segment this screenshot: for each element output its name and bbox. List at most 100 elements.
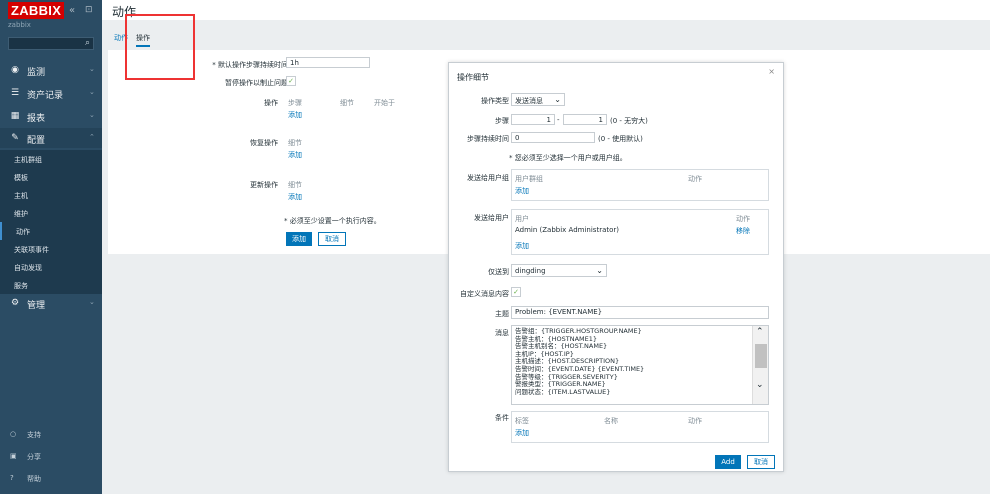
chevron-down-icon: ⌄ bbox=[554, 95, 561, 104]
submenu-label: 动作 bbox=[16, 228, 30, 236]
update-add-link[interactable]: 添加 bbox=[288, 192, 302, 202]
footer-label: 支持 bbox=[27, 431, 41, 439]
search-input[interactable]: ⌕ bbox=[8, 37, 94, 50]
op-type-select[interactable]: 发送消息 ⌄ bbox=[511, 93, 565, 106]
footer-label: 分享 bbox=[27, 453, 41, 461]
server-name: zabbix bbox=[8, 21, 31, 29]
ops-label: 操作 bbox=[264, 99, 278, 107]
scroll-down-icon[interactable]: ⌄ bbox=[756, 381, 764, 390]
chevron-down-icon: ⌄ bbox=[89, 88, 95, 96]
submenu-maintenance[interactable]: 维护 bbox=[0, 204, 102, 222]
op-type-label: 操作类型 bbox=[481, 97, 509, 105]
tab-operations[interactable]: 操作 bbox=[136, 33, 150, 47]
step-duration-hint: (0 - 使用默认) bbox=[598, 135, 643, 143]
menu-label: 管理 bbox=[27, 301, 46, 311]
custom-msg-checkbox[interactable]: ✓ bbox=[511, 287, 521, 297]
footer-support[interactable]: ○ 支持 bbox=[0, 426, 102, 446]
footer-label: 帮助 bbox=[27, 475, 41, 483]
ops-col-details: 细节 bbox=[340, 99, 354, 107]
update-col-details: 细节 bbox=[288, 181, 302, 189]
conditions-table: 标签 名称 动作 添加 bbox=[511, 411, 769, 443]
chevron-up-icon: ⌃ bbox=[89, 133, 95, 141]
eye-icon: ◉ bbox=[11, 65, 19, 75]
search-icon[interactable]: ⌕ bbox=[85, 38, 90, 48]
menu-monitoring[interactable]: ◉ 监测 ⌄ bbox=[0, 60, 102, 80]
step-dash: - bbox=[557, 116, 560, 124]
submenu-label: 维护 bbox=[14, 210, 28, 218]
sidebar: ZABBIX « ⊡ zabbix ⌕ ◉ 监测 ⌄ ☰ 资产记录 ⌄ ▦ 报表… bbox=[0, 0, 102, 494]
submenu-label: 主机群组 bbox=[14, 156, 42, 164]
textarea-scrollbar[interactable]: ⌃ ⌄ bbox=[752, 326, 768, 404]
top-bar: 动作 bbox=[102, 0, 990, 20]
remove-user-link[interactable]: 移除 bbox=[736, 226, 750, 236]
zabbix-logo[interactable]: ZABBIX bbox=[8, 2, 65, 19]
message-textarea[interactable]: 告警组：{TRIGGER.HOSTGROUP.NAME} 告警主机：{HOSTN… bbox=[511, 325, 769, 405]
step-to-input[interactable]: 1 bbox=[563, 114, 607, 125]
menu-inventory[interactable]: ☰ 资产记录 ⌄ bbox=[0, 83, 102, 103]
media-type-value: dingding bbox=[515, 267, 546, 275]
user-name: Admin (Zabbix Administrator) bbox=[515, 226, 619, 234]
scroll-thumb[interactable] bbox=[755, 344, 767, 368]
update-label: 更新操作 bbox=[250, 181, 278, 189]
submenu-discovery[interactable]: 自动发现 bbox=[0, 258, 102, 276]
cond-col-label: 标签 bbox=[515, 417, 529, 425]
default-step-label: * 默认操作步骤持续时间 bbox=[212, 61, 288, 69]
submenu-hosts[interactable]: 主机 bbox=[0, 186, 102, 204]
footer-help[interactable]: ? 帮助 bbox=[0, 470, 102, 490]
menu-configuration[interactable]: ✎ 配置 ⌃ bbox=[0, 128, 102, 148]
send-user-label: 发送给用户 bbox=[474, 214, 509, 222]
submenu-event-correlation[interactable]: 关联项事件 bbox=[0, 240, 102, 258]
step-duration-input[interactable]: 0 bbox=[511, 132, 595, 143]
step-from-input[interactable]: 1 bbox=[511, 114, 555, 125]
tab-action[interactable]: 动作 bbox=[114, 33, 128, 43]
share-icon: ▣ bbox=[10, 452, 17, 460]
submenu-label: 模板 bbox=[14, 174, 28, 182]
media-type-select[interactable]: dingding ⌄ bbox=[511, 264, 607, 277]
default-step-input[interactable]: 1h bbox=[286, 57, 370, 68]
submenu-templates[interactable]: 模板 bbox=[0, 168, 102, 186]
steps-label: 步骤 bbox=[495, 117, 509, 125]
pause-checkbox[interactable]: ✓ bbox=[286, 76, 296, 86]
subject-input[interactable]: Problem: {EVENT.NAME} bbox=[511, 306, 769, 319]
chevron-down-icon: ⌄ bbox=[89, 111, 95, 119]
close-icon[interactable]: × bbox=[768, 67, 775, 76]
submenu-actions[interactable]: 动作 bbox=[0, 222, 102, 240]
footer-share[interactable]: ▣ 分享 bbox=[0, 448, 102, 468]
list-icon: ☰ bbox=[10, 88, 20, 98]
cond-add-link[interactable]: 添加 bbox=[515, 428, 529, 438]
user-col-header: 用户 bbox=[515, 215, 529, 223]
dialog-add-button[interactable]: Add bbox=[715, 455, 741, 469]
ops-add-link[interactable]: 添加 bbox=[288, 110, 302, 120]
user-table: 用户 动作 Admin (Zabbix Administrator) 移除 添加 bbox=[511, 209, 769, 255]
menu-label: 资产记录 bbox=[27, 91, 64, 101]
only-send-label: 仅送到 bbox=[488, 268, 509, 276]
scroll-up-icon[interactable]: ⌃ bbox=[756, 328, 764, 337]
send-group-label: 发送给用户组 bbox=[467, 174, 509, 182]
kiosk-icon[interactable]: ⊡ bbox=[85, 5, 93, 15]
menu-label: 配置 bbox=[27, 136, 46, 146]
submenu-label: 主机 bbox=[14, 192, 28, 200]
ops-col-start: 开始于 bbox=[374, 99, 395, 107]
dialog-cancel-button[interactable]: 取消 bbox=[747, 455, 775, 469]
subject-label: 主题 bbox=[495, 310, 509, 318]
must-set-note: * 必须至少设置一个执行内容。 bbox=[284, 217, 381, 225]
custom-msg-label: 自定义消息内容 bbox=[460, 290, 509, 298]
add-button[interactable]: 添加 bbox=[286, 232, 312, 246]
menu-administration[interactable]: ⚙ 管理 ⌄ bbox=[0, 293, 102, 313]
collapse-icon[interactable]: « bbox=[69, 5, 75, 16]
user-add-link[interactable]: 添加 bbox=[515, 241, 529, 251]
menu-reports[interactable]: ▦ 报表 ⌄ bbox=[0, 106, 102, 126]
gear-icon: ⚙ bbox=[10, 298, 20, 308]
wrench-icon: ✎ bbox=[11, 133, 19, 143]
cancel-button[interactable]: 取消 bbox=[318, 232, 346, 246]
recovery-add-link[interactable]: 添加 bbox=[288, 150, 302, 160]
user-action-header: 动作 bbox=[736, 215, 750, 223]
submenu-services[interactable]: 服务 bbox=[0, 276, 102, 294]
recovery-label: 恢复操作 bbox=[250, 139, 278, 147]
group-add-link[interactable]: 添加 bbox=[515, 186, 529, 196]
group-col-header: 用户群组 bbox=[515, 175, 543, 183]
question-icon: ? bbox=[10, 474, 14, 482]
submenu-host-groups[interactable]: 主机群组 bbox=[0, 150, 102, 168]
page-title: 动作 bbox=[112, 5, 137, 19]
help-icon: ○ bbox=[10, 430, 17, 438]
